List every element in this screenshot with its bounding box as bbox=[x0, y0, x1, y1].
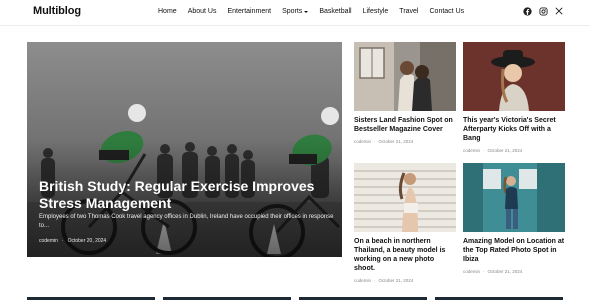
meta-separator: · bbox=[61, 238, 64, 244]
card-image-hat-model[interactable] bbox=[463, 42, 565, 111]
card-author[interactable]: codemin bbox=[463, 148, 480, 153]
card-meta: codemin · October 21, 2024 bbox=[463, 269, 565, 274]
card-author[interactable]: codemin bbox=[463, 269, 480, 274]
facebook-icon[interactable] bbox=[522, 6, 532, 16]
post-card[interactable]: Sisters Land Fashion Spot on Bestseller … bbox=[354, 42, 456, 144]
post-card[interactable]: Amazing Model on Location at the Top Rat… bbox=[463, 163, 565, 274]
post-card[interactable]: This year's Victoria's Secret Afterparty… bbox=[463, 42, 565, 153]
card-image-sisters[interactable] bbox=[354, 42, 456, 111]
main-nav: Home About Us Entertainment Sports Baske… bbox=[158, 8, 475, 15]
card-meta: codemin · October 21, 2024 bbox=[354, 139, 456, 144]
card-title[interactable]: Amazing Model on Location at the Top Rat… bbox=[463, 237, 565, 264]
card-author[interactable]: codemin bbox=[354, 278, 371, 283]
card-date: October 21, 2024 bbox=[378, 278, 414, 283]
card-meta: codemin · October 21, 2024 bbox=[354, 278, 456, 283]
card-title[interactable]: On a beach in northern Thailand, a beaut… bbox=[354, 237, 456, 273]
hero-title[interactable]: British Study: Regular Exercise Improves… bbox=[39, 178, 329, 212]
site-logo[interactable]: Multiblog bbox=[33, 5, 81, 17]
nav-item-home[interactable]: Home bbox=[158, 8, 177, 15]
meta-separator: · bbox=[374, 278, 376, 283]
hero-date: October 20, 2024 bbox=[67, 238, 107, 244]
chevron-down-icon bbox=[304, 10, 309, 13]
meta-separator: · bbox=[374, 139, 376, 144]
card-image-beach-model[interactable] bbox=[354, 163, 456, 232]
card-date: October 21, 2024 bbox=[487, 148, 523, 153]
hero-excerpt: Employees of two Thomas Cook travel agen… bbox=[39, 214, 334, 229]
nav-item-sports[interactable]: Sports bbox=[282, 8, 309, 15]
card-date: October 21, 2024 bbox=[487, 269, 523, 274]
card-image-ibiza-model[interactable] bbox=[463, 163, 565, 232]
nav-item-lifestyle[interactable]: Lifestyle bbox=[363, 8, 389, 15]
card-date: October 21, 2024 bbox=[378, 139, 414, 144]
site-header: Multiblog Home About Us Entertainment Sp… bbox=[0, 0, 590, 26]
social-links bbox=[522, 6, 564, 16]
nav-item-entertainment[interactable]: Entertainment bbox=[227, 8, 271, 15]
hero-post[interactable]: British Study: Regular Exercise Improves… bbox=[27, 42, 342, 257]
nav-item-basketball[interactable]: Basketball bbox=[319, 8, 351, 15]
nav-item-travel[interactable]: Travel bbox=[399, 8, 418, 15]
instagram-icon[interactable] bbox=[538, 6, 548, 16]
x-icon[interactable] bbox=[554, 6, 564, 16]
meta-separator: · bbox=[483, 148, 485, 153]
meta-separator: · bbox=[483, 269, 485, 274]
nav-item-about-us[interactable]: About Us bbox=[188, 8, 217, 15]
nav-item-contact-us[interactable]: Contact Us bbox=[430, 8, 465, 15]
card-title[interactable]: This year's Victoria's Secret Afterparty… bbox=[463, 116, 565, 143]
card-meta: codemin · October 21, 2024 bbox=[463, 148, 565, 153]
hero-author[interactable]: codemin bbox=[39, 238, 58, 244]
card-author[interactable]: codemin bbox=[354, 139, 371, 144]
nav-item-sports-label: Sports bbox=[282, 8, 303, 15]
post-card[interactable]: On a beach in northern Thailand, a beaut… bbox=[354, 163, 456, 283]
hero-meta: codemin · October 20, 2024 bbox=[39, 238, 106, 244]
card-title[interactable]: Sisters Land Fashion Spot on Bestseller … bbox=[354, 116, 456, 134]
